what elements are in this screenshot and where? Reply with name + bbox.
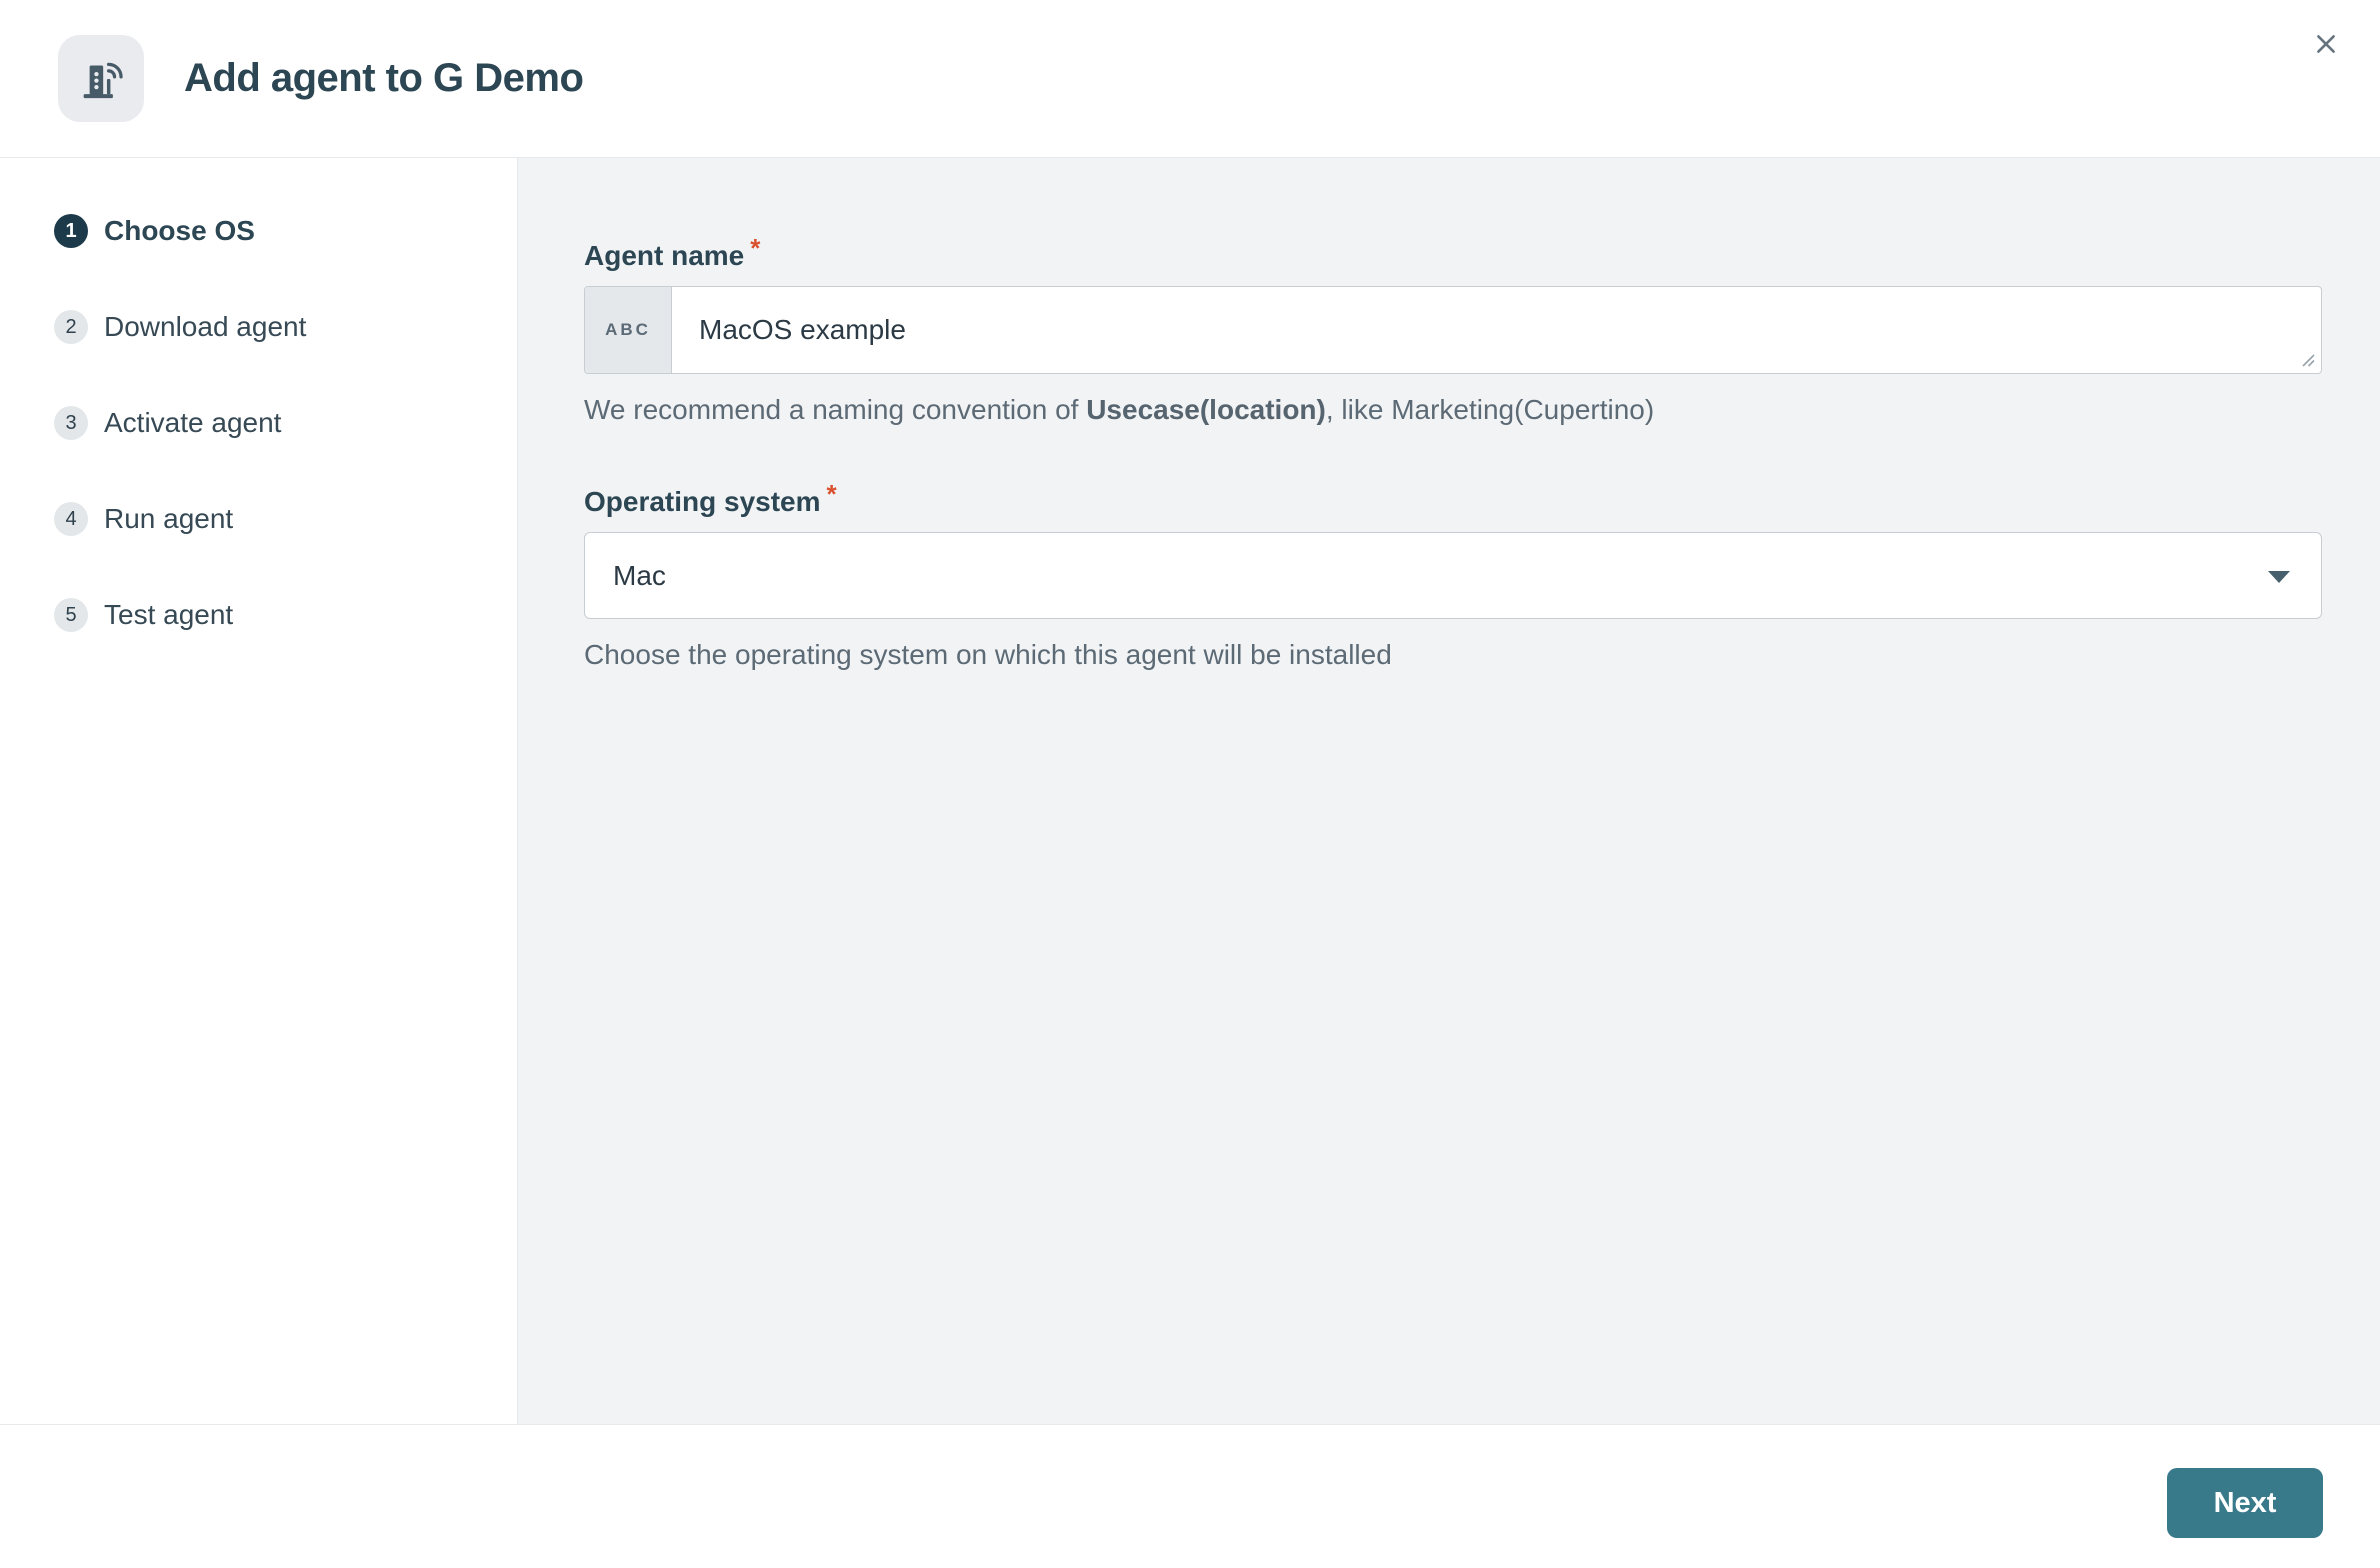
step-number-badge: 5	[54, 598, 88, 632]
operating-system-label: Operating system*	[584, 484, 2322, 520]
resize-grip-icon[interactable]	[2300, 352, 2316, 368]
operating-system-label-text: Operating system	[584, 486, 821, 517]
step-number-badge: 4	[54, 502, 88, 536]
step-label: Download agent	[104, 311, 306, 343]
step-label: Activate agent	[104, 407, 281, 439]
agent-name-group: Agent name* ABC MacOS example We recomme…	[584, 238, 2322, 428]
step-number-badge: 3	[54, 406, 88, 440]
step-item-run-agent[interactable]: 4 Run agent	[54, 502, 517, 536]
helper-text-bold: Usecase(location)	[1086, 394, 1326, 425]
building-antenna-icon	[75, 53, 127, 105]
add-agent-modal: Add agent to G Demo 1 Choose OS 2 Downlo…	[0, 0, 2380, 1568]
step-label: Choose OS	[104, 215, 255, 247]
form-content: Agent name* ABC MacOS example We recomme…	[518, 158, 2380, 1424]
next-button[interactable]: Next	[2167, 1468, 2323, 1538]
modal-body: 1 Choose OS 2 Download agent 3 Activate …	[0, 158, 2380, 1424]
step-item-download-agent[interactable]: 2 Download agent	[54, 310, 517, 344]
close-button[interactable]	[2300, 18, 2352, 70]
modal-title: Add agent to G Demo	[184, 56, 583, 101]
chevron-down-icon	[2268, 571, 2290, 583]
step-label: Run agent	[104, 503, 233, 535]
os-select[interactable]: Mac	[584, 532, 2322, 619]
agent-name-input-group: ABC MacOS example	[584, 286, 2322, 374]
step-item-activate-agent[interactable]: 3 Activate agent	[54, 406, 517, 440]
operating-system-group: Operating system* Mac Choose the operati…	[584, 484, 2322, 673]
os-helper: Choose the operating system on which thi…	[584, 637, 2322, 673]
modal-header: Add agent to G Demo	[0, 0, 2380, 158]
step-number-badge: 2	[54, 310, 88, 344]
modal-footer: Next	[0, 1424, 2380, 1568]
agent-name-label-text: Agent name	[584, 240, 744, 271]
agent-name-input[interactable]: MacOS example	[672, 287, 2321, 373]
os-select-value: Mac	[613, 560, 666, 592]
step-sidebar: 1 Choose OS 2 Download agent 3 Activate …	[0, 158, 518, 1424]
agent-building-icon	[58, 35, 144, 122]
required-asterisk: *	[750, 233, 760, 263]
helper-text: , like Marketing(Cupertino)	[1326, 394, 1654, 425]
step-item-choose-os[interactable]: 1 Choose OS	[54, 214, 517, 248]
close-icon	[2313, 31, 2339, 57]
required-asterisk: *	[827, 479, 837, 509]
text-type-prefix: ABC	[585, 287, 672, 373]
step-label: Test agent	[104, 599, 233, 631]
step-number-badge: 1	[54, 214, 88, 248]
helper-text: We recommend a naming convention of	[584, 394, 1086, 425]
step-item-test-agent[interactable]: 5 Test agent	[54, 598, 517, 632]
agent-name-label: Agent name*	[584, 238, 2322, 274]
agent-name-helper: We recommend a naming convention of Usec…	[584, 392, 2322, 428]
